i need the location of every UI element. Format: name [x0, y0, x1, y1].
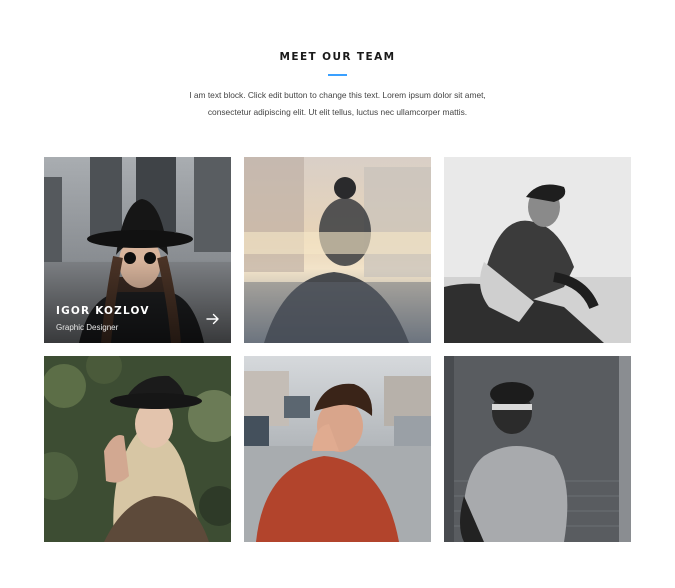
section-title: MEET OUR TEAM — [279, 51, 396, 63]
section-intro: I am text block. Click edit button to ch… — [150, 87, 525, 121]
intro-line-2: consectetur adipiscing elit. Ut elit tel… — [207, 107, 468, 117]
team-card[interactable] — [444, 157, 631, 343]
member-overlay: IGOR KOZLOV Graphic Designer — [44, 157, 231, 343]
team-card-igor-kozlov[interactable]: IGOR KOZLOV Graphic Designer — [44, 157, 231, 343]
team-card[interactable] — [244, 157, 431, 343]
team-card[interactable] — [44, 356, 231, 542]
intro-line-1: I am text block. Click edit button to ch… — [189, 90, 486, 100]
team-grid: IGOR KOZLOV Graphic Designer — [44, 157, 631, 542]
member-name: IGOR KOZLOV — [56, 305, 150, 317]
title-divider — [328, 74, 347, 76]
team-card[interactable] — [444, 356, 631, 542]
team-section: MEET OUR TEAM I am text block. Click edi… — [0, 0, 675, 588]
member-role: Graphic Designer — [56, 323, 119, 332]
member-photo — [244, 157, 431, 343]
arrow-right-icon[interactable] — [206, 313, 220, 325]
member-photo — [244, 356, 431, 542]
member-photo — [44, 356, 231, 542]
member-photo — [444, 356, 631, 542]
team-card[interactable] — [244, 356, 431, 542]
member-photo — [444, 157, 631, 343]
